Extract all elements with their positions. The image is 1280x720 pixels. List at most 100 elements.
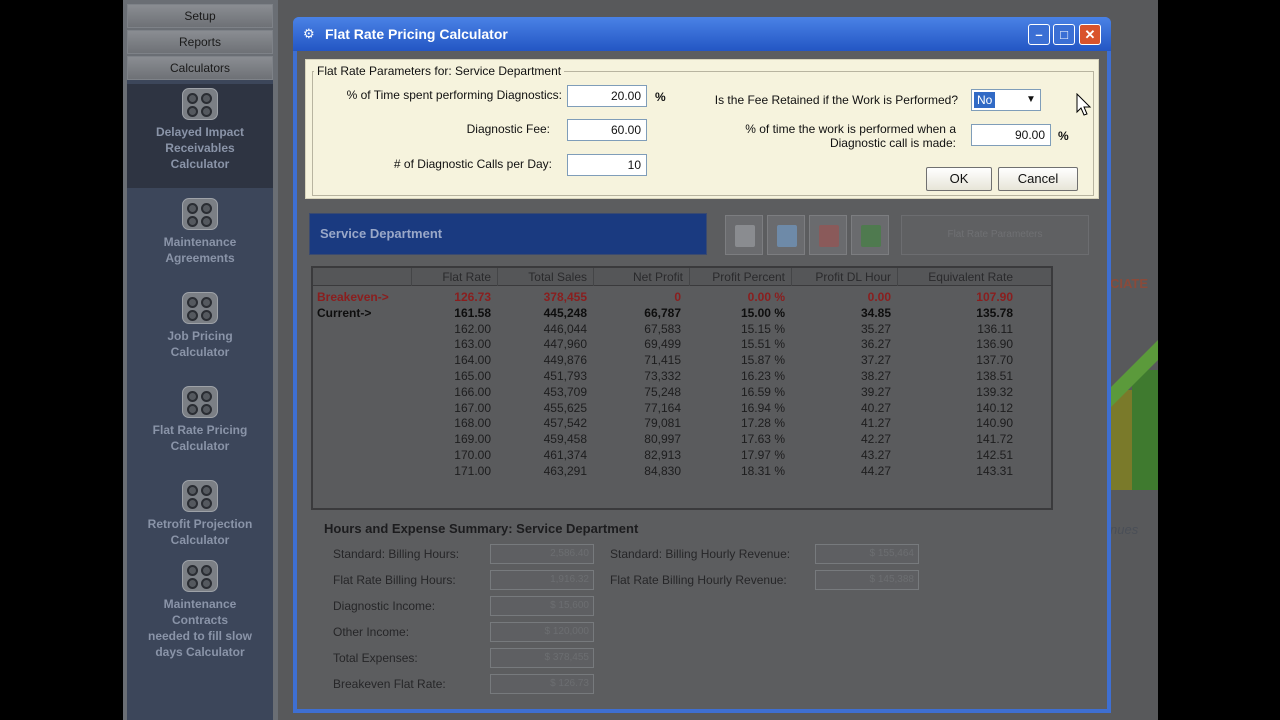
table-cell: 0.00 xyxy=(867,290,891,304)
table-cell: 164.00 xyxy=(454,353,491,368)
fee-retained-select[interactable]: No ▼ xyxy=(971,89,1041,111)
table-cell: 138.51 xyxy=(976,369,1013,383)
diagnostic-fee-label: Diagnostic Fee: xyxy=(466,122,550,136)
cancel-button[interactable]: Cancel xyxy=(998,167,1078,191)
table-cell: 139.32 xyxy=(976,384,1013,399)
table-cell: 17.97 % xyxy=(740,448,785,462)
table-row: 164.00 449,876 71,415 15.87 % 37.27 137.70 xyxy=(313,353,1051,369)
nav-reports[interactable]: Reports xyxy=(127,30,273,54)
table-cell: 107.90 xyxy=(976,290,1013,304)
table-row: 171.00 463,291 84,830 18.31 % 44.27 143.31 xyxy=(313,464,1051,480)
calc-retrofit-projection[interactable]: Retrofit Projection Calculator xyxy=(127,480,273,550)
diagnostic-calls-label: # of Diagnostic Calls per Day: xyxy=(393,157,552,171)
table-cell: 16.23 % xyxy=(740,369,785,383)
title-bar[interactable]: ⚙ Flat Rate Pricing Calculator – □ ✕ xyxy=(293,17,1111,51)
table-cell: 15.00 % xyxy=(740,305,785,320)
table-row: 163.00 447,960 69,499 15.51 % 36.27 136.90 xyxy=(313,337,1051,353)
preview-button[interactable] xyxy=(767,215,805,255)
excel-button[interactable] xyxy=(851,215,889,255)
calc-flat-rate-pricing[interactable]: Flat Rate Pricing Calculator xyxy=(127,386,273,466)
parameters-legend: Flat Rate Parameters for: Service Depart… xyxy=(314,64,565,78)
nav-calculators[interactable]: Calculators xyxy=(127,56,273,80)
table-cell: 71,415 xyxy=(644,353,681,368)
summary-label: Flat Rate Billing Hours: xyxy=(333,573,456,587)
table-row: 168.00 457,542 79,081 17.28 % 41.27 140.90 xyxy=(313,416,1051,432)
work-performed-label: % of time the work is performed when a xyxy=(745,122,956,136)
column-header: Flat Rate xyxy=(411,268,497,286)
table-cell: 43.27 xyxy=(860,448,891,462)
table-cell: 84,830 xyxy=(644,463,681,478)
hours-expense-summary: Hours and Expense Summary: Service Depar… xyxy=(315,521,1055,701)
table-row: 169.00 459,458 80,997 17.63 % 42.27 141.72 xyxy=(313,432,1051,448)
printer-icon xyxy=(735,225,755,247)
calc-label-line: Calculator xyxy=(170,345,230,359)
calc-job-pricing[interactable]: Job Pricing Calculator xyxy=(127,292,273,372)
table-cell: 136.90 xyxy=(976,337,1013,352)
time-diagnostics-input[interactable]: 20.00 xyxy=(567,85,647,107)
summary-label: Breakeven Flat Rate: xyxy=(333,677,446,691)
table-cell: 446,044 xyxy=(543,321,587,336)
ok-button[interactable]: OK xyxy=(926,167,992,191)
minimize-button[interactable]: – xyxy=(1028,24,1050,45)
calc-label-line: Calculator xyxy=(170,439,230,453)
work-performed-label: Diagnostic call is made: xyxy=(829,136,956,150)
table-cell: 40.27 xyxy=(860,400,891,415)
table-cell: 16.59 % xyxy=(740,384,785,399)
close-button[interactable]: ✕ xyxy=(1079,24,1101,45)
diagnostic-calls-input[interactable]: 10 xyxy=(567,154,647,176)
table-cell: 37.27 xyxy=(860,353,891,368)
nav-setup[interactable]: Setup xyxy=(127,4,273,28)
diagnostic-fee-input[interactable]: 60.00 xyxy=(567,119,647,141)
table-cell: 167.00 xyxy=(454,400,491,415)
table-cell: 67,583 xyxy=(644,321,681,336)
table-cell: 447,960 xyxy=(543,337,587,352)
column-header xyxy=(313,268,411,286)
maximize-button[interactable]: □ xyxy=(1053,24,1075,45)
table-cell: 18.31 % xyxy=(740,463,785,478)
table-cell: 42.27 xyxy=(860,432,891,447)
table-cell: 0 xyxy=(674,290,681,304)
time-diagnostics-label: % of Time spent performing Diagnostics: xyxy=(346,88,562,102)
calc-delayed-impact[interactable]: Delayed Impact Receivables Calculator xyxy=(127,84,273,188)
current-row: Current-> 161.58 445,248 66,787 15.00 % 34.85… xyxy=(313,306,1051,322)
table-cell: 17.28 % xyxy=(740,416,785,431)
table-cell: 169.00 xyxy=(454,432,491,447)
fee-retained-value: No xyxy=(974,92,996,108)
table-cell: 142.51 xyxy=(976,448,1013,462)
chevron-down-icon[interactable]: ▼ xyxy=(1024,92,1038,108)
table-cell: Breakeven-> xyxy=(317,290,389,304)
pdf-button[interactable] xyxy=(809,215,847,255)
table-cell: 17.63 % xyxy=(740,432,785,447)
table-cell: 143.31 xyxy=(976,463,1013,478)
print-button[interactable] xyxy=(725,215,763,255)
table-row: 165.00 451,793 73,332 16.23 % 38.27 138.51 xyxy=(313,369,1051,385)
close-icon: ✕ xyxy=(1084,27,1096,42)
calc-label-line: Delayed Impact xyxy=(155,125,245,139)
app-sidebar: Setup Reports Calculators Delayed Impact… xyxy=(123,0,278,720)
flat-rate-parameters-button[interactable]: Flat Rate Parameters xyxy=(901,215,1089,255)
table-cell: 170.00 xyxy=(454,448,491,462)
table-cell: 16.94 % xyxy=(740,400,785,415)
table-cell: 459,458 xyxy=(543,432,587,447)
table-cell: 41.27 xyxy=(860,416,891,431)
calculator-icon xyxy=(182,560,218,592)
calc-maintenance-agreements[interactable]: Maintenance Agreements xyxy=(127,198,273,278)
table-cell: 455,625 xyxy=(543,400,587,415)
table-cell: 162.00 xyxy=(454,321,491,336)
table-cell: 445,248 xyxy=(543,305,587,320)
table-cell: 126.73 xyxy=(454,290,491,304)
table-cell: 38.27 xyxy=(860,369,891,383)
table-cell: 44.27 xyxy=(860,463,891,478)
work-performed-input[interactable]: 90.00 xyxy=(971,124,1051,146)
table-cell: 75,248 xyxy=(644,384,681,399)
table-cell: 463,291 xyxy=(543,463,587,478)
table-cell: 137.70 xyxy=(976,353,1013,368)
table-cell: 15.51 % xyxy=(740,337,785,352)
background-chart-graphic xyxy=(1108,340,1158,490)
table-row: 166.00 453,709 75,248 16.59 % 39.27 139.32 xyxy=(313,385,1051,401)
column-header: Equivalent Rate xyxy=(897,268,1019,286)
calc-maintenance-contracts[interactable]: Maintenance Contracts needed to fill slo… xyxy=(127,560,273,670)
column-header: Net Profit xyxy=(593,268,689,286)
table-cell: 163.00 xyxy=(454,337,491,352)
table-cell: 15.15 % xyxy=(740,321,785,336)
